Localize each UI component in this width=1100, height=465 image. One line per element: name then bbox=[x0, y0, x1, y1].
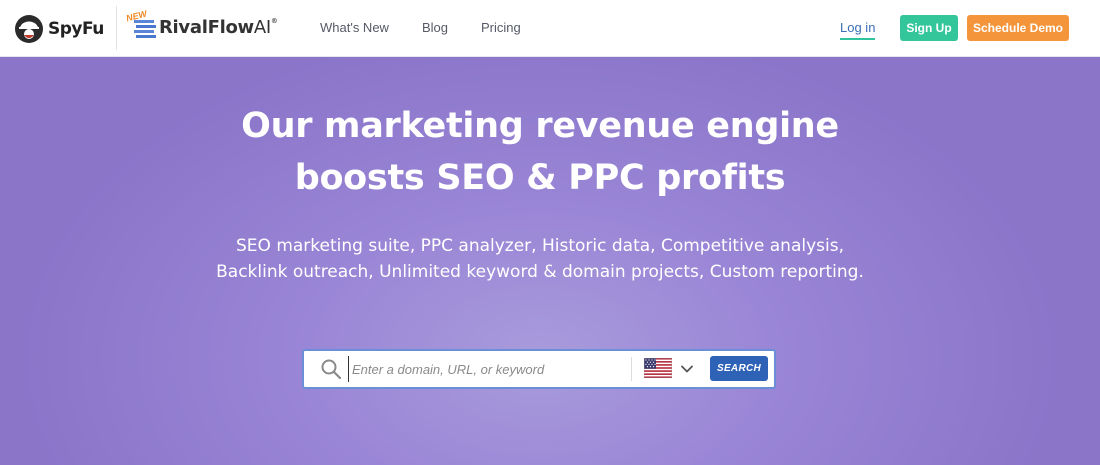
spyfu-logo-link[interactable]: SpyFu bbox=[14, 13, 104, 45]
us-flag-icon bbox=[643, 357, 673, 379]
spyfu-spy-icon bbox=[15, 15, 43, 43]
hero-section: Our marketing revenue engine boosts SEO … bbox=[0, 57, 1100, 465]
signup-button[interactable]: Sign Up bbox=[900, 15, 958, 41]
nav-pricing[interactable]: Pricing bbox=[481, 20, 521, 35]
hero-subtitle: SEO marketing suite, PPC analyzer, Histo… bbox=[216, 236, 864, 282]
nav-blog[interactable]: Blog bbox=[422, 20, 448, 35]
rivalflow-stripes-icon bbox=[134, 20, 156, 38]
chevron-down-icon[interactable] bbox=[680, 362, 694, 376]
rivalflow-wordmark: RivalFlowAI® bbox=[159, 17, 278, 38]
login-link[interactable]: Log in bbox=[840, 20, 876, 40]
rivalflow-trademark: ® bbox=[270, 17, 278, 25]
rivalflow-ai: AI bbox=[253, 17, 271, 38]
search-button[interactable]: SEARCH bbox=[710, 356, 768, 381]
rivalflow-name: RivalFlow bbox=[159, 17, 254, 38]
nav-whats-new[interactable]: What's New bbox=[320, 20, 389, 35]
search-icon bbox=[321, 359, 342, 380]
top-navbar: SpyFu NEW RivalFlowAI® What's New Blog P… bbox=[0, 0, 1100, 57]
spyfu-wordmark: SpyFu bbox=[48, 19, 104, 39]
country-selector[interactable] bbox=[643, 357, 673, 379]
brand-divider bbox=[116, 6, 117, 50]
schedule-demo-button[interactable]: Schedule Demo bbox=[967, 15, 1069, 41]
hero-title-line-2: boosts SEO & PPC profits bbox=[294, 158, 786, 198]
hero-title: Our marketing revenue engine boosts SEO … bbox=[0, 100, 1080, 204]
search-input[interactable] bbox=[348, 356, 628, 382]
search-bar: SEARCH bbox=[302, 349, 776, 389]
hero-title-line-1: Our marketing revenue engine bbox=[241, 106, 839, 146]
search-divider bbox=[631, 357, 632, 381]
